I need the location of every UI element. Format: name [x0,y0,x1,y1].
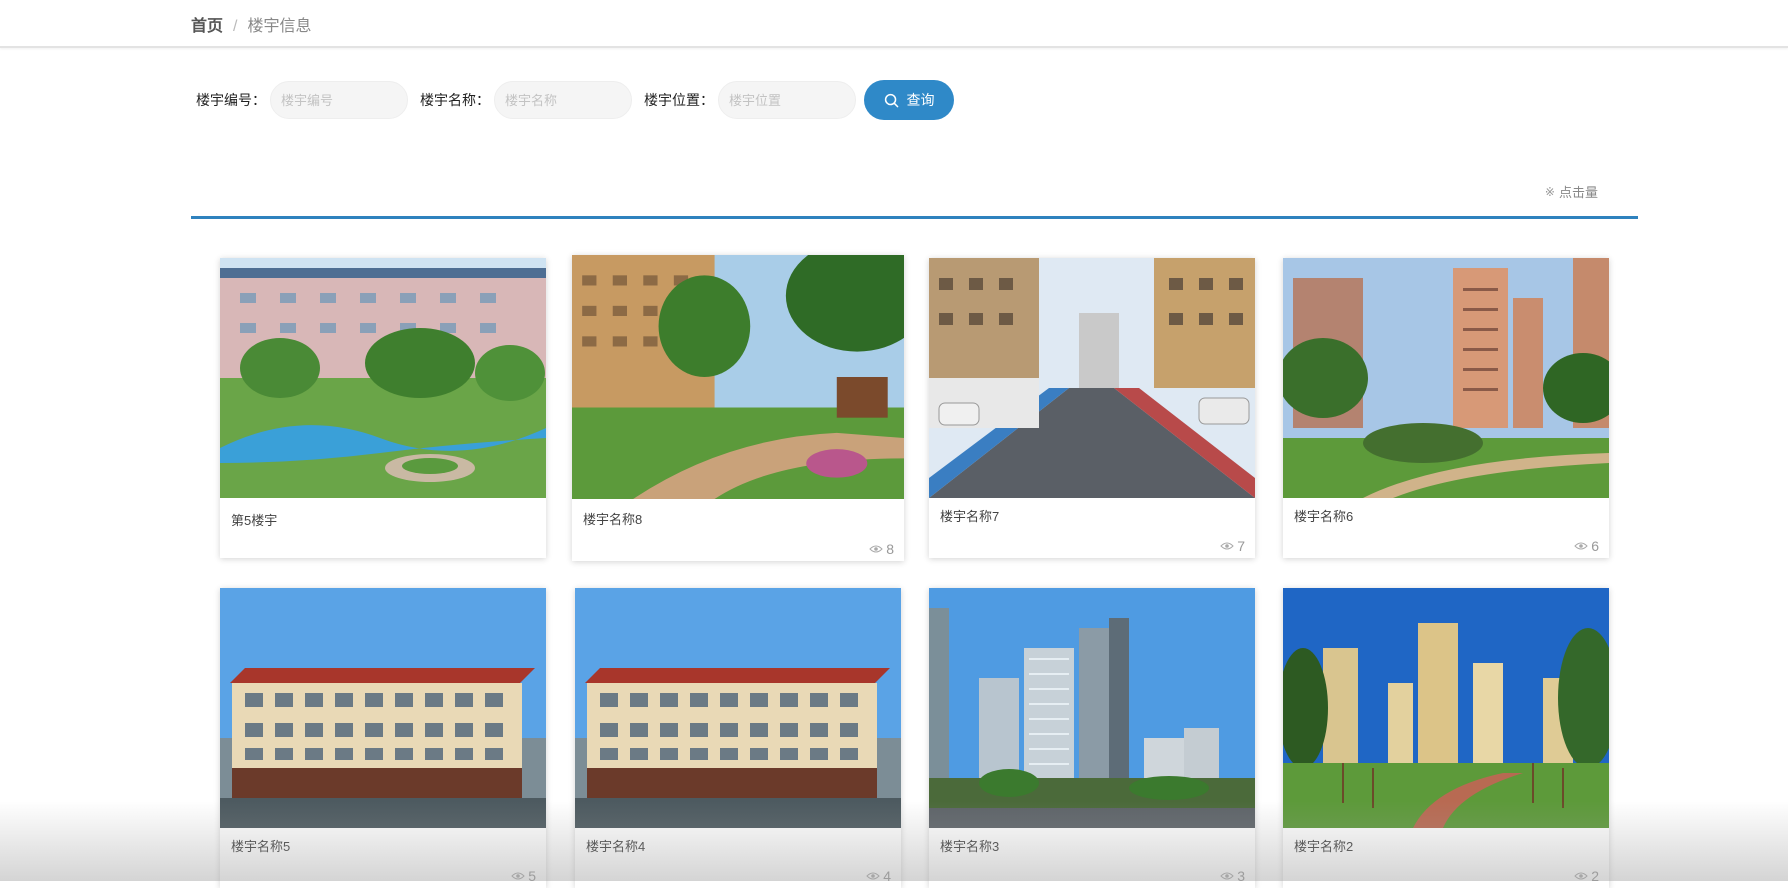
building-image[interactable] [572,255,904,499]
building-card[interactable]: 楼宇名称5 5 [220,588,546,888]
building-image[interactable] [220,258,546,498]
view-count: 5 [511,868,536,884]
view-count: 2 [1574,868,1599,884]
eye-icon [1220,872,1234,880]
view-count-value: 4 [883,868,891,884]
building-card[interactable]: 第5楼宇 [220,258,546,558]
eye-icon [511,872,525,880]
search-bar: 楼宇编号： 楼宇名称： 楼宇位置： 查询 [196,80,954,120]
search-button[interactable]: 查询 [864,80,954,120]
building-card[interactable]: 楼宇名称7 7 [929,258,1255,558]
view-count: 3 [1220,868,1245,884]
building-location-input[interactable] [718,81,856,119]
view-count: 6 [1574,538,1599,554]
sort-icon: ※ [1544,184,1555,199]
view-count-value: 3 [1237,868,1245,884]
building-title[interactable]: 楼宇名称4 [586,836,645,855]
building-card[interactable]: 楼宇名称8 8 [572,255,904,561]
building-image[interactable] [575,588,901,828]
sort-by-clicks[interactable]: ※ 点击量 [1545,182,1598,201]
eye-icon [1220,542,1234,550]
building-card[interactable]: 楼宇名称4 4 [575,588,901,888]
building-card[interactable]: 楼宇名称3 3 [929,588,1255,888]
eye-icon [866,872,880,880]
breadcrumb-separator: / [233,18,238,35]
eye-icon [1574,872,1588,880]
view-count-value: 2 [1591,868,1599,884]
view-count: 4 [866,868,891,884]
view-count: 8 [869,541,894,557]
breadcrumb-home[interactable]: 首页 [191,18,223,35]
building-name-label: 楼宇名称： [420,92,490,108]
view-count-value: 8 [886,541,894,557]
view-count-value: 6 [1591,538,1599,554]
building-card[interactable]: 楼宇名称6 6 [1283,258,1609,558]
view-count-value: 7 [1237,538,1245,554]
building-title[interactable]: 楼宇名称7 [940,506,999,525]
building-image[interactable] [220,588,546,828]
view-count: 7 [1220,538,1245,554]
top-bar: 首页 / 楼宇信息 [0,0,1788,48]
view-count-value: 5 [528,868,536,884]
search-button-label: 查询 [906,92,935,108]
building-image[interactable] [1283,258,1609,498]
building-name-input[interactable] [494,81,632,119]
building-image[interactable] [929,588,1255,828]
eye-icon [869,545,883,553]
building-title[interactable]: 楼宇名称3 [940,836,999,855]
breadcrumb-current: 楼宇信息 [247,18,312,35]
building-image[interactable] [929,258,1255,498]
building-title[interactable]: 楼宇名称8 [583,509,642,528]
building-number-label: 楼宇编号： [196,92,266,108]
building-card[interactable]: 楼宇名称2 2 [1283,588,1609,888]
search-icon [884,93,898,107]
building-title[interactable]: 楼宇名称5 [231,836,290,855]
breadcrumb: 首页 / 楼宇信息 [191,12,311,36]
building-number-input[interactable] [270,81,408,119]
eye-icon [1574,542,1588,550]
sort-label: 点击量 [1558,185,1598,200]
building-title[interactable]: 第5楼宇 [231,510,277,529]
building-title[interactable]: 楼宇名称2 [1294,836,1353,855]
building-title[interactable]: 楼宇名称6 [1294,506,1353,525]
building-location-label: 楼宇位置： [644,92,714,108]
sort-bar: ※ 点击量 [191,176,1638,219]
building-image[interactable] [1283,588,1609,828]
